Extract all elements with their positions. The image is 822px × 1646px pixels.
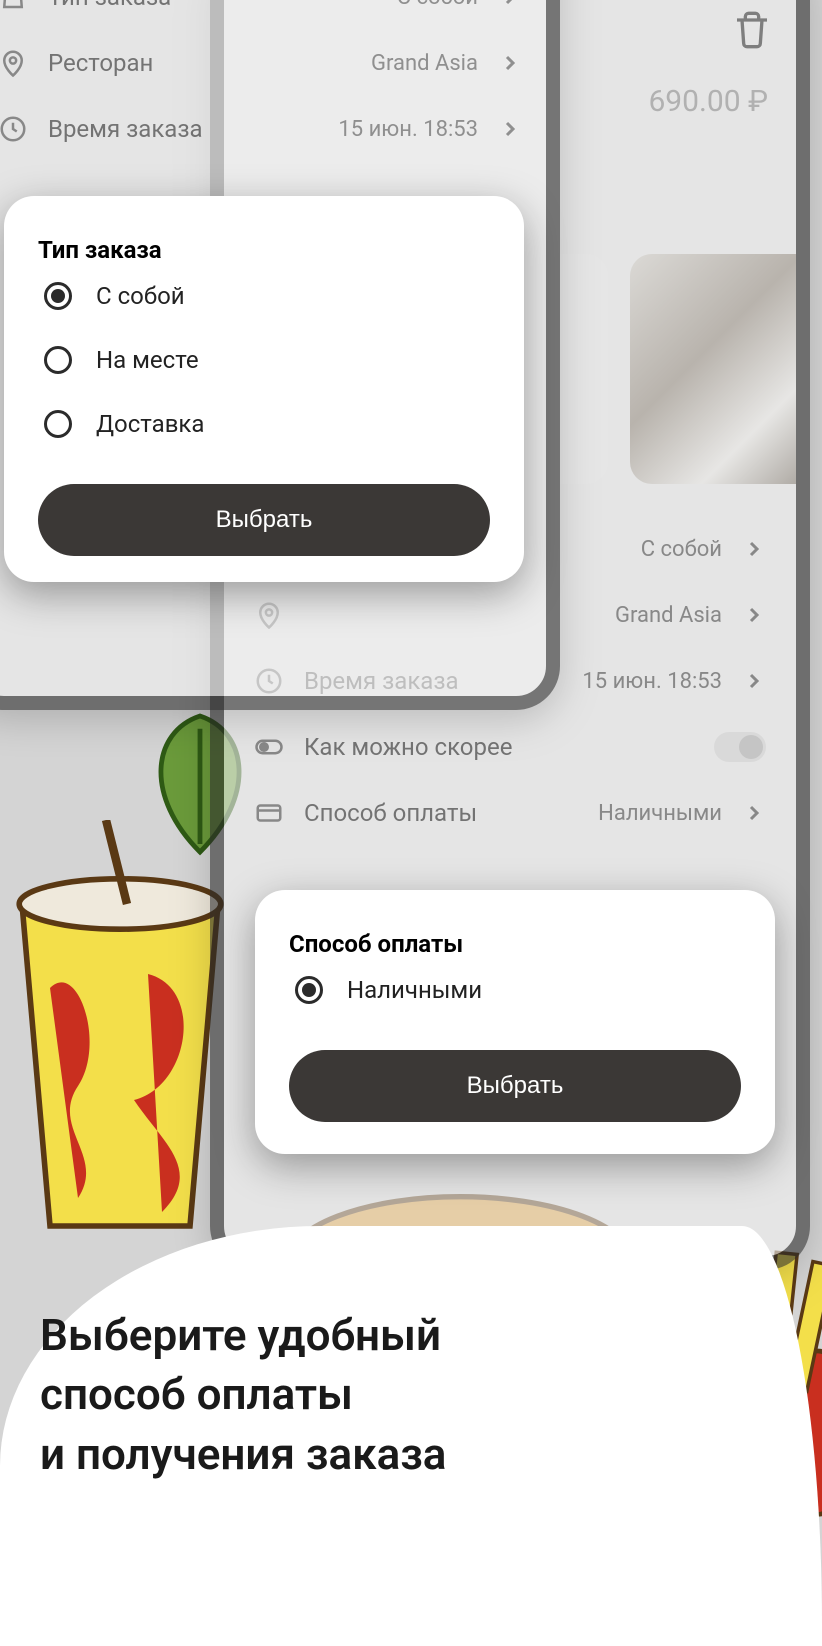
setting-label: Ресторан [48,49,351,77]
pin-icon [0,48,28,78]
caption-line: и получения заказа [40,1425,660,1484]
payment-method-sheet: Способ оплаты Наличными Выбрать [255,890,775,1154]
setting-label: Тип заказа [48,0,377,11]
radio-label: Доставка [96,410,204,438]
setting-value: Grand Asia [615,603,722,628]
card-icon [254,798,284,828]
radio-icon [44,346,72,374]
setting-label: Способ оплаты [304,799,578,827]
setting-value: С собой [641,537,722,562]
radio-icon [44,410,72,438]
sheet-title: Тип заказа [38,236,490,264]
chevron-right-icon [498,51,522,75]
toggle-switch[interactable] [714,732,766,762]
radio-option-cash[interactable]: Наличными [289,958,741,1022]
caption-line: способ оплаты [40,1365,660,1424]
radio-label: С собой [96,282,185,310]
setting-payment-method[interactable]: Способ оплаты Наличными [224,780,796,846]
setting-label: Как можно скорее [304,733,694,761]
radio-label: Наличными [347,976,482,1004]
chevron-right-icon [498,0,522,9]
radio-label: На месте [96,346,199,374]
setting-restaurant[interactable]: Ресторан Grand Asia [0,30,546,96]
radio-icon [44,282,72,310]
setting-value: 15 июн. 18:53 [582,669,722,694]
promo-caption: Выберите удобный способ оплаты и получен… [40,1306,660,1484]
chevron-right-icon [742,537,766,561]
toggle-icon [254,732,284,762]
chevron-right-icon [742,603,766,627]
setting-label: Время заказа [48,115,318,143]
bag-icon [0,0,28,12]
promo-caption-area: Выберите удобный способ оплаты и получен… [0,1226,822,1646]
radio-icon [295,976,323,1004]
setting-order-type[interactable]: Тип заказа С собой [0,0,546,30]
chevron-right-icon [742,801,766,825]
select-button[interactable]: Выбрать [289,1050,741,1122]
radio-option-takeaway[interactable]: С собой [38,264,490,328]
product-image [630,254,796,484]
setting-value: С собой [397,0,478,10]
setting-value: Наличными [598,801,722,826]
sheet-title: Способ оплаты [289,930,741,958]
order-total: 690.00 ₽ [648,84,768,119]
caption-line: Выберите удобный [40,1306,660,1365]
chevron-right-icon [742,669,766,693]
clock-icon [0,114,28,144]
radio-option-dinein[interactable]: На месте [38,328,490,392]
chevron-right-icon [498,117,522,141]
trash-icon[interactable] [732,10,772,50]
setting-value: Grand Asia [371,51,478,76]
radio-option-delivery[interactable]: Доставка [38,392,490,456]
order-type-sheet: Тип заказа С собой На месте Доставка Выб… [4,196,524,582]
setting-asap[interactable]: Как можно скорее [224,714,796,780]
select-button[interactable]: Выбрать [38,484,490,556]
setting-order-time[interactable]: Время заказа 15 июн. 18:53 [0,96,546,162]
setting-value: 15 июн. 18:53 [338,117,478,142]
